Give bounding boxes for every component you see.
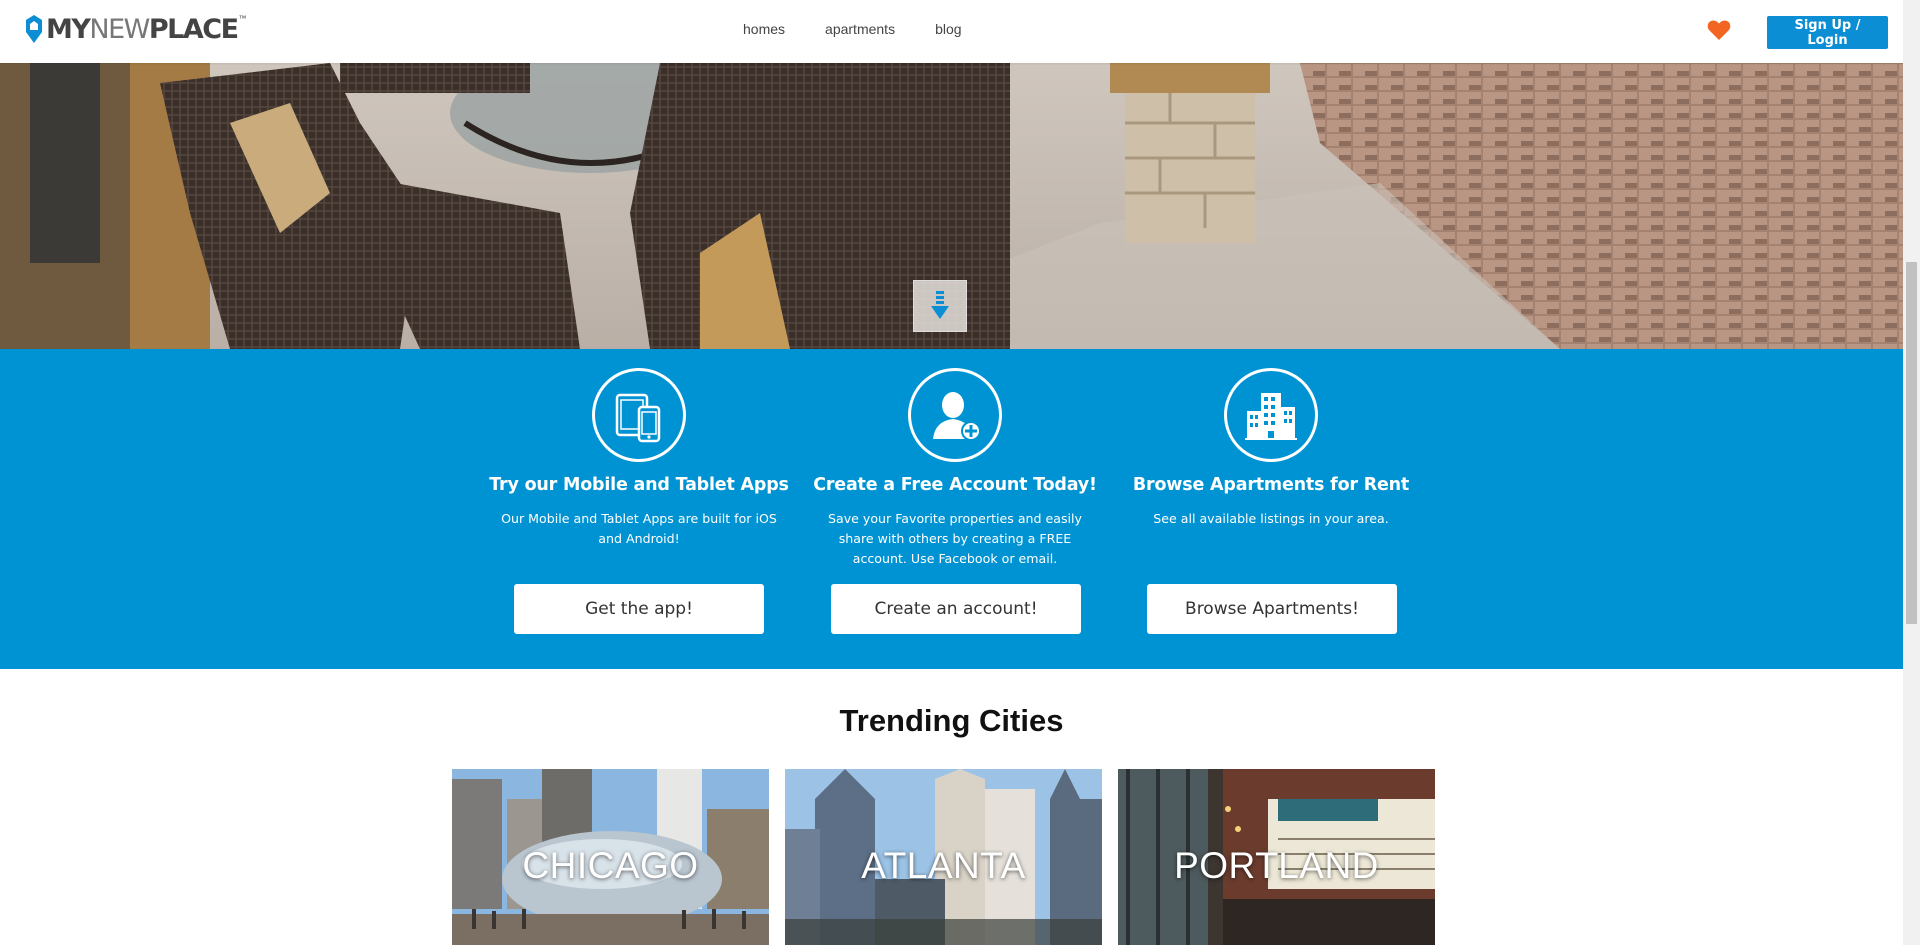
browse-apartments-button[interactable]: Browse Apartments! [1147, 584, 1397, 634]
nav-homes[interactable]: homes [743, 21, 785, 37]
feature-description: Save your Favorite properties and easily… [827, 511, 1082, 566]
arrow-down-icon [931, 291, 949, 319]
logo[interactable]: MYNEWPLACE ™ [24, 12, 247, 46]
site-header: MYNEWPLACE ™ homes apartments blog Sign … [0, 0, 1903, 63]
trademark: ™ [238, 14, 247, 23]
feature-title: Browse Apartments for Rent [1132, 475, 1410, 495]
city-name: CHICAGO [522, 845, 699, 886]
main-nav: homes apartments blog [743, 21, 962, 37]
buildings-icon [1224, 368, 1318, 462]
feature-description: See all available listings in your area. [1153, 511, 1389, 526]
mobile-tablet-icon [592, 368, 686, 462]
logo-text: MYNEWPLACE [46, 13, 239, 45]
page: MYNEWPLACE ™ homes apartments blog Sign … [0, 0, 1903, 945]
feature-title: Try our Mobile and Tablet Apps [489, 475, 789, 495]
nav-blog[interactable]: blog [935, 21, 961, 37]
city-card-portland[interactable]: PORTLAND [1118, 769, 1435, 945]
trending-cities-heading: Trending Cities [839, 703, 1064, 738]
scroll-down-button[interactable] [913, 280, 967, 332]
scrollbar-thumb[interactable] [1906, 262, 1917, 624]
city-card-atlanta[interactable]: ATLANTA [785, 769, 1102, 945]
feature-title: Create a Free Account Today! [813, 475, 1097, 495]
page-scrollbar[interactable] [1903, 0, 1920, 945]
nav-apartments[interactable]: apartments [825, 21, 895, 37]
feature-browse-apartments: Browse Apartments for Rent See all avail… [1121, 368, 1421, 529]
city-name: ATLANTA [861, 845, 1026, 886]
city-card-chicago[interactable]: CHICAGO [452, 769, 769, 945]
add-user-icon [908, 368, 1002, 462]
heart-icon[interactable] [1707, 19, 1731, 41]
create-account-button[interactable]: Create an account! [831, 584, 1081, 634]
get-app-button[interactable]: Get the app! [514, 584, 764, 634]
location-pin-icon [26, 15, 42, 43]
feature-mobile-apps: Try our Mobile and Tablet Apps Our Mobil… [489, 368, 789, 549]
signup-login-button[interactable]: Sign Up / Login [1767, 16, 1888, 49]
feature-create-account: Create a Free Account Today! Save your F… [805, 368, 1105, 569]
feature-description: Our Mobile and Tablet Apps are built for… [501, 511, 777, 546]
city-name: PORTLAND [1174, 845, 1379, 886]
